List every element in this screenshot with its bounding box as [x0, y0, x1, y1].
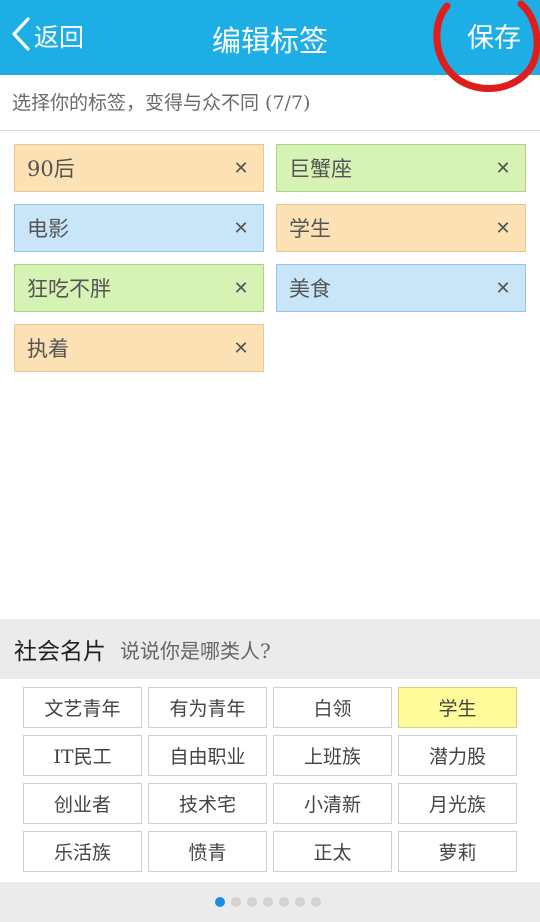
- tag-label: 学生: [289, 217, 331, 241]
- tag-label: 电影: [27, 217, 69, 241]
- close-icon[interactable]: ✕: [231, 278, 251, 299]
- social-chip[interactable]: 潜力股: [398, 735, 517, 776]
- selected-tag[interactable]: 美食 ✕: [276, 264, 526, 312]
- selected-tag[interactable]: 巨蟹座 ✕: [276, 144, 526, 192]
- social-chip[interactable]: 技术宅: [148, 783, 267, 824]
- social-chip[interactable]: 创业者: [23, 783, 142, 824]
- selected-tag[interactable]: 90后 ✕: [14, 144, 264, 192]
- social-chip[interactable]: 文艺青年: [23, 687, 142, 728]
- page-dot[interactable]: [279, 897, 289, 907]
- social-chip-grid: 文艺青年 有为青年 白领 学生 IT民工 自由职业 上班族 潜力股创业者 技术宅 小清新 月光族乐活…: [0, 679, 540, 882]
- selected-tag[interactable]: 学生 ✕: [276, 204, 526, 252]
- social-chip[interactable]: 上班族: [273, 735, 392, 776]
- close-icon[interactable]: ✕: [493, 278, 513, 299]
- tag-count-hint: 选择你的标签，变得与众不同 (7/7): [0, 75, 540, 131]
- page-dot[interactable]: [215, 897, 225, 907]
- close-icon[interactable]: ✕: [231, 338, 251, 359]
- tag-label: 执着: [27, 337, 69, 361]
- tag-label: 巨蟹座: [289, 157, 352, 181]
- social-chip[interactable]: 自由职业: [148, 735, 267, 776]
- tag-label: 90后: [27, 157, 75, 181]
- tag-label: 美食: [289, 277, 331, 301]
- social-chip[interactable]: IT民工: [23, 735, 142, 776]
- page-dot[interactable]: [247, 897, 257, 907]
- social-chip[interactable]: 有为青年: [148, 687, 267, 728]
- social-chip[interactable]: 乐活族: [23, 831, 142, 872]
- social-chip[interactable]: 白领: [273, 687, 392, 728]
- selected-tag[interactable]: 电影 ✕: [14, 204, 264, 252]
- social-subtitle: 说说你是哪类人?: [120, 638, 271, 663]
- social-chip[interactable]: 学生: [398, 687, 517, 728]
- social-chip[interactable]: 正太: [273, 831, 392, 872]
- selected-tag[interactable]: 执着 ✕: [14, 324, 264, 372]
- tag-label: 狂吃不胖: [27, 277, 111, 301]
- page-dot[interactable]: [311, 897, 321, 907]
- page-dot[interactable]: [295, 897, 305, 907]
- social-chip[interactable]: 愤青: [148, 831, 267, 872]
- page-dot[interactable]: [263, 897, 273, 907]
- close-icon[interactable]: ✕: [493, 158, 513, 179]
- social-chip[interactable]: 月光族: [398, 783, 517, 824]
- social-card-header: 社会名片 说说你是哪类人?: [0, 619, 540, 679]
- close-icon[interactable]: ✕: [231, 218, 251, 239]
- page-dot[interactable]: [231, 897, 241, 907]
- social-title: 社会名片: [14, 639, 106, 665]
- social-chip[interactable]: 萝莉: [398, 831, 517, 872]
- close-icon[interactable]: ✕: [231, 158, 251, 179]
- close-icon[interactable]: ✕: [493, 218, 513, 239]
- social-chip[interactable]: 小清新: [273, 783, 392, 824]
- selected-tag[interactable]: 狂吃不胖 ✕: [14, 264, 264, 312]
